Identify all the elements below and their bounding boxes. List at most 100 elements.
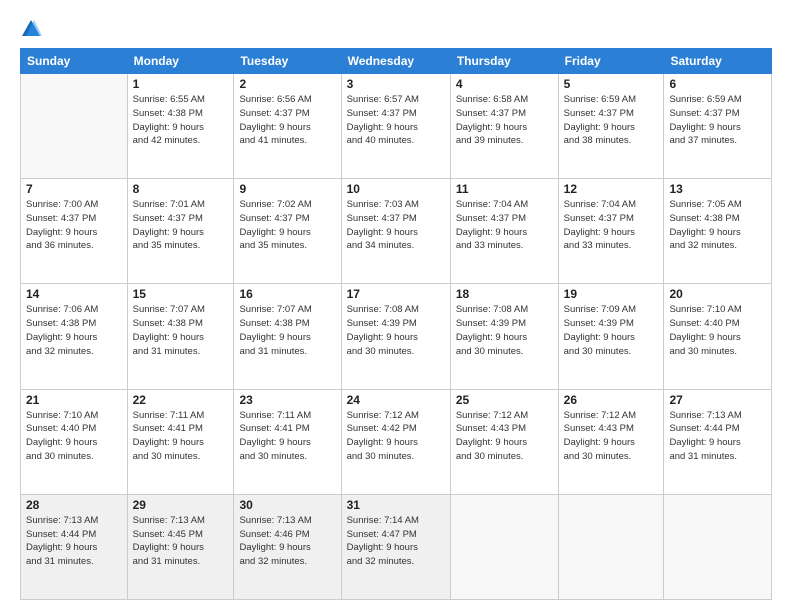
calendar-cell: 23 Sunrise: 7:11 AMSunset: 4:41 PMDayligh… — [234, 389, 341, 494]
day-number: 11 — [456, 182, 553, 196]
day-number: 28 — [26, 498, 122, 512]
calendar-week-row: 14Sunrise: 7:06 AMSunset: 4:38 PMDayligh… — [21, 284, 772, 389]
calendar-cell: 24 Sunrise: 7:12 AMSunset: 4:42 PMDayligh… — [341, 389, 450, 494]
page: SundayMondayTuesdayWednesdayThursdayFrid… — [0, 0, 792, 612]
calendar-cell: 9 Sunrise: 7:02 AMSunset: 4:37 PMDaylight… — [234, 179, 341, 284]
day-number: 30 — [239, 498, 335, 512]
day-info: Sunrise: 7:14 AMSunset: 4:47 PMDaylight:… — [347, 514, 445, 569]
calendar-cell: 10 Sunrise: 7:03 AMSunset: 4:37 PMDayligh… — [341, 179, 450, 284]
day-info: Sunrise: 7:09 AMSunset: 4:39 PMDaylight:… — [564, 303, 659, 358]
day-number: 24 — [347, 393, 445, 407]
day-info: Sunrise: 7:04 AMSunset: 4:37 PMDaylight:… — [456, 198, 553, 253]
day-info: Sunrise: 6:59 AMSunset: 4:37 PMDaylight:… — [669, 93, 766, 148]
calendar-cell: 28Sunrise: 7:13 AMSunset: 4:44 PMDayligh… — [21, 494, 128, 599]
day-info: Sunrise: 7:12 AMSunset: 4:43 PMDaylight:… — [564, 409, 659, 464]
day-info: Sunrise: 7:07 AMSunset: 4:38 PMDaylight:… — [133, 303, 229, 358]
day-number: 29 — [133, 498, 229, 512]
day-info: Sunrise: 7:00 AMSunset: 4:37 PMDaylight:… — [26, 198, 122, 253]
day-number: 4 — [456, 77, 553, 91]
day-number: 13 — [669, 182, 766, 196]
calendar-cell — [664, 494, 772, 599]
calendar-cell: 26Sunrise: 7:12 AMSunset: 4:43 PMDayligh… — [558, 389, 664, 494]
day-number: 19 — [564, 287, 659, 301]
day-info: Sunrise: 7:02 AMSunset: 4:37 PMDaylight:… — [239, 198, 335, 253]
day-number: 22 — [133, 393, 229, 407]
calendar-cell: 17 Sunrise: 7:08 AMSunset: 4:39 PMDayligh… — [341, 284, 450, 389]
calendar-cell: 11 Sunrise: 7:04 AMSunset: 4:37 PMDayligh… — [450, 179, 558, 284]
calendar-header-friday: Friday — [558, 49, 664, 74]
calendar-table: SundayMondayTuesdayWednesdayThursdayFrid… — [20, 48, 772, 600]
calendar-week-row: 28Sunrise: 7:13 AMSunset: 4:44 PMDayligh… — [21, 494, 772, 599]
day-number: 5 — [564, 77, 659, 91]
day-number: 3 — [347, 77, 445, 91]
day-number: 31 — [347, 498, 445, 512]
calendar-header-tuesday: Tuesday — [234, 49, 341, 74]
calendar-cell: 30Sunrise: 7:13 AMSunset: 4:46 PMDayligh… — [234, 494, 341, 599]
header — [20, 18, 772, 40]
day-number: 1 — [133, 77, 229, 91]
day-number: 27 — [669, 393, 766, 407]
day-number: 21 — [26, 393, 122, 407]
calendar-week-row: 21 Sunrise: 7:10 AMSunset: 4:40 PMDayligh… — [21, 389, 772, 494]
calendar-cell: 25 Sunrise: 7:12 AMSunset: 4:43 PMDayligh… — [450, 389, 558, 494]
calendar-header-thursday: Thursday — [450, 49, 558, 74]
day-info: Sunrise: 7:11 AMSunset: 4:41 PMDaylight:… — [239, 409, 335, 464]
day-number: 6 — [669, 77, 766, 91]
calendar-header-row: SundayMondayTuesdayWednesdayThursdayFrid… — [21, 49, 772, 74]
day-number: 23 — [239, 393, 335, 407]
calendar-cell: 2 Sunrise: 6:56 AMSunset: 4:37 PMDaylight… — [234, 74, 341, 179]
calendar-cell: 4 Sunrise: 6:58 AMSunset: 4:37 PMDaylight… — [450, 74, 558, 179]
calendar-cell: 7 Sunrise: 7:00 AMSunset: 4:37 PMDaylight… — [21, 179, 128, 284]
calendar-cell: 5 Sunrise: 6:59 AMSunset: 4:37 PMDaylight… — [558, 74, 664, 179]
calendar-cell: 13Sunrise: 7:05 AMSunset: 4:38 PMDayligh… — [664, 179, 772, 284]
day-info: Sunrise: 7:10 AMSunset: 4:40 PMDaylight:… — [26, 409, 122, 464]
day-info: Sunrise: 7:03 AMSunset: 4:37 PMDaylight:… — [347, 198, 445, 253]
day-number: 15 — [133, 287, 229, 301]
logo — [20, 18, 44, 40]
day-number: 7 — [26, 182, 122, 196]
day-info: Sunrise: 7:07 AMSunset: 4:38 PMDaylight:… — [239, 303, 335, 358]
day-info: Sunrise: 7:12 AMSunset: 4:43 PMDaylight:… — [456, 409, 553, 464]
calendar-cell: 22Sunrise: 7:11 AMSunset: 4:41 PMDayligh… — [127, 389, 234, 494]
calendar-cell: 29 Sunrise: 7:13 AMSunset: 4:45 PMDayligh… — [127, 494, 234, 599]
day-info: Sunrise: 7:13 AMSunset: 4:44 PMDaylight:… — [669, 409, 766, 464]
calendar-cell: 21 Sunrise: 7:10 AMSunset: 4:40 PMDayligh… — [21, 389, 128, 494]
day-number: 2 — [239, 77, 335, 91]
day-info: Sunrise: 6:58 AMSunset: 4:37 PMDaylight:… — [456, 93, 553, 148]
calendar-cell — [21, 74, 128, 179]
calendar-cell: 27 Sunrise: 7:13 AMSunset: 4:44 PMDayligh… — [664, 389, 772, 494]
calendar-cell: 31 Sunrise: 7:14 AMSunset: 4:47 PMDayligh… — [341, 494, 450, 599]
day-number: 10 — [347, 182, 445, 196]
day-info: Sunrise: 7:10 AMSunset: 4:40 PMDaylight:… — [669, 303, 766, 358]
calendar-cell — [450, 494, 558, 599]
day-info: Sunrise: 6:56 AMSunset: 4:37 PMDaylight:… — [239, 93, 335, 148]
day-number: 20 — [669, 287, 766, 301]
day-number: 17 — [347, 287, 445, 301]
day-number: 14 — [26, 287, 122, 301]
day-number: 9 — [239, 182, 335, 196]
calendar-cell — [558, 494, 664, 599]
calendar-header-monday: Monday — [127, 49, 234, 74]
day-info: Sunrise: 7:12 AMSunset: 4:42 PMDaylight:… — [347, 409, 445, 464]
day-number: 16 — [239, 287, 335, 301]
day-info: Sunrise: 6:57 AMSunset: 4:37 PMDaylight:… — [347, 93, 445, 148]
day-info: Sunrise: 7:13 AMSunset: 4:45 PMDaylight:… — [133, 514, 229, 569]
calendar-header-saturday: Saturday — [664, 49, 772, 74]
calendar-cell: 14Sunrise: 7:06 AMSunset: 4:38 PMDayligh… — [21, 284, 128, 389]
calendar-cell: 8 Sunrise: 7:01 AMSunset: 4:37 PMDaylight… — [127, 179, 234, 284]
day-info: Sunrise: 7:01 AMSunset: 4:37 PMDaylight:… — [133, 198, 229, 253]
calendar-cell: 6 Sunrise: 6:59 AMSunset: 4:37 PMDaylight… — [664, 74, 772, 179]
day-number: 12 — [564, 182, 659, 196]
calendar-week-row: 7 Sunrise: 7:00 AMSunset: 4:37 PMDaylight… — [21, 179, 772, 284]
day-number: 25 — [456, 393, 553, 407]
calendar-cell: 18Sunrise: 7:08 AMSunset: 4:39 PMDayligh… — [450, 284, 558, 389]
calendar-cell: 12Sunrise: 7:04 AMSunset: 4:37 PMDayligh… — [558, 179, 664, 284]
calendar-cell: 1Sunrise: 6:55 AMSunset: 4:38 PMDaylight… — [127, 74, 234, 179]
calendar-cell: 20 Sunrise: 7:10 AMSunset: 4:40 PMDayligh… — [664, 284, 772, 389]
day-number: 8 — [133, 182, 229, 196]
calendar-week-row: 1Sunrise: 6:55 AMSunset: 4:38 PMDaylight… — [21, 74, 772, 179]
day-info: Sunrise: 6:59 AMSunset: 4:37 PMDaylight:… — [564, 93, 659, 148]
day-info: Sunrise: 7:08 AMSunset: 4:39 PMDaylight:… — [347, 303, 445, 358]
day-number: 18 — [456, 287, 553, 301]
calendar-cell: 3 Sunrise: 6:57 AMSunset: 4:37 PMDaylight… — [341, 74, 450, 179]
